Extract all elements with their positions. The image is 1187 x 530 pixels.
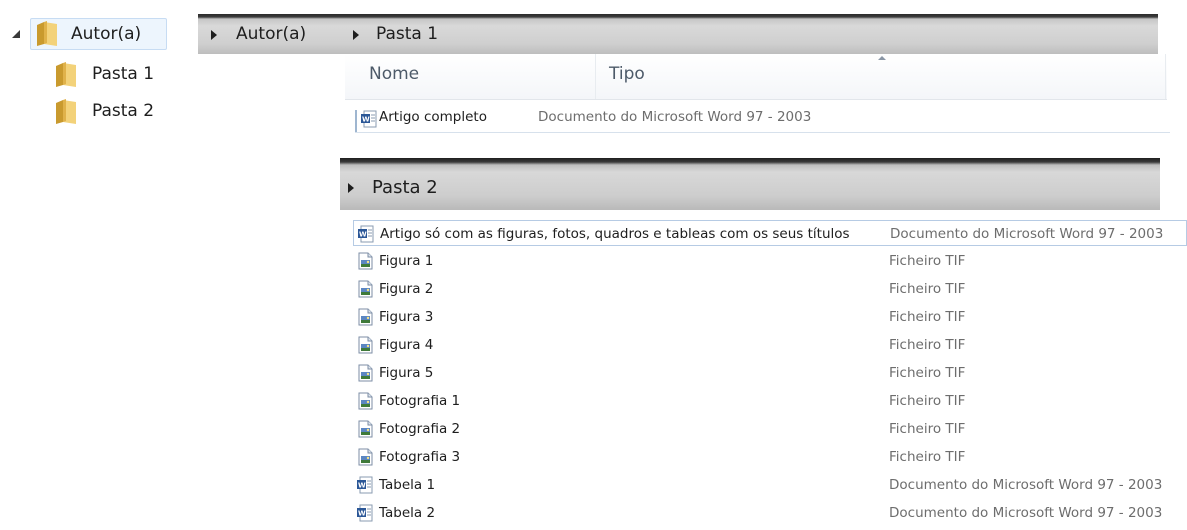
tif-image-icon — [358, 392, 373, 410]
row-focus-edge — [355, 110, 357, 132]
tif-image-icon — [358, 280, 373, 298]
word-doc-icon: W — [358, 225, 374, 243]
tif-image-icon — [358, 420, 373, 438]
column-header: Nome Tipo — [345, 54, 1167, 100]
file-name: Tabela 1 — [379, 477, 436, 493]
word-doc-icon: W — [357, 476, 373, 494]
file-name: Figura 4 — [379, 337, 434, 353]
file-type: Ficheiro TIF — [889, 365, 966, 381]
file-row[interactable]: Figura 5 Ficheiro TIF — [353, 360, 1187, 386]
breadcrumb-autor[interactable]: Autor(a) — [236, 24, 306, 44]
file-row[interactable]: W Tabela 1 Documento do Microsoft Word 97 … — [353, 472, 1187, 498]
file-name: Artigo só com as figuras, fotos, quadros… — [380, 226, 850, 242]
file-name: Artigo completo — [379, 109, 487, 125]
folder-icon — [56, 62, 76, 87]
file-type: Ficheiro TIF — [889, 337, 966, 353]
breadcrumb-pasta-2[interactable]: Pasta 2 — [372, 177, 438, 198]
word-doc-icon: W — [361, 110, 377, 128]
tif-image-icon — [358, 448, 373, 466]
file-type: Documento do Microsoft Word 97 - 2003 — [889, 477, 1163, 493]
file-type: Ficheiro TIF — [889, 393, 966, 409]
file-name: Figura 2 — [379, 281, 434, 297]
file-type: Ficheiro TIF — [889, 421, 966, 437]
folder-icon — [37, 21, 57, 46]
sort-ascending-icon — [878, 56, 886, 60]
file-row[interactable]: W Artigo só com as figuras, fotos, quadro… — [353, 220, 1187, 246]
svg-text:W: W — [358, 482, 366, 490]
tree-item-pasta-2[interactable]: Pasta 2 — [92, 101, 154, 121]
file-name: Figura 1 — [379, 253, 434, 269]
file-type: Ficheiro TIF — [889, 253, 966, 269]
tif-image-icon — [358, 336, 373, 354]
file-row[interactable]: W Tabela 2 Documento do Microsoft Word 97 … — [353, 500, 1187, 526]
folder-icon — [56, 99, 76, 124]
file-type: Documento do Microsoft Word 97 - 2003 — [889, 505, 1163, 521]
file-type: Documento do Microsoft Word 97 - 2003 — [538, 109, 812, 125]
column-nome[interactable]: Nome — [369, 64, 419, 84]
file-row[interactable]: Fotografia 3 Ficheiro TIF — [353, 444, 1187, 470]
file-row[interactable]: Figura 2 Ficheiro TIF — [353, 276, 1187, 302]
file-type: Documento do Microsoft Word 97 - 2003 — [890, 226, 1164, 242]
column-divider[interactable] — [595, 54, 596, 99]
file-row[interactable]: Figura 1 Ficheiro TIF — [353, 248, 1187, 274]
file-name: Fotografia 3 — [379, 449, 461, 465]
folder-tree: Autor(a) Pasta 1 Pasta 2 — [0, 0, 200, 140]
svg-text:W: W — [362, 116, 370, 124]
tif-image-icon — [358, 364, 373, 382]
file-name: Figura 5 — [379, 365, 434, 381]
file-name: Fotografia 1 — [379, 393, 461, 409]
file-name: Tabela 2 — [379, 505, 436, 521]
file-type: Ficheiro TIF — [889, 281, 966, 297]
expanded-triangle-icon[interactable] — [11, 29, 21, 39]
breadcrumb-chevron-icon[interactable] — [348, 183, 354, 193]
file-name: Figura 3 — [379, 309, 434, 325]
breadcrumb-chevron-icon[interactable] — [211, 30, 217, 40]
column-divider[interactable] — [1165, 54, 1166, 99]
tree-item-autor[interactable]: Autor(a) — [71, 24, 141, 44]
file-row[interactable]: Fotografia 2 Ficheiro TIF — [353, 416, 1187, 442]
tif-image-icon — [358, 252, 373, 270]
svg-text:W: W — [359, 231, 367, 239]
column-tipo[interactable]: Tipo — [609, 64, 645, 84]
file-name: Fotografia 2 — [379, 421, 461, 437]
address-bar-pasta-2: Pasta 2 — [340, 158, 1160, 210]
word-doc-icon: W — [357, 504, 373, 522]
file-row[interactable]: Fotografia 1 Ficheiro TIF — [353, 388, 1187, 414]
file-row[interactable]: Figura 3 Ficheiro TIF — [353, 304, 1187, 330]
svg-text:W: W — [358, 510, 366, 518]
tif-image-icon — [358, 308, 373, 326]
file-row-artigo-completo[interactable]: W Artigo completo Documento do Microsoft… — [355, 106, 1170, 133]
file-type: Ficheiro TIF — [889, 449, 966, 465]
breadcrumb-chevron-icon[interactable] — [353, 30, 359, 40]
file-row[interactable]: Figura 4 Ficheiro TIF — [353, 332, 1187, 358]
tree-item-pasta-1[interactable]: Pasta 1 — [92, 64, 154, 84]
file-type: Ficheiro TIF — [889, 309, 966, 325]
breadcrumb-pasta-1[interactable]: Pasta 1 — [376, 24, 438, 44]
address-bar-pasta-1: Autor(a) Pasta 1 — [198, 14, 1158, 54]
